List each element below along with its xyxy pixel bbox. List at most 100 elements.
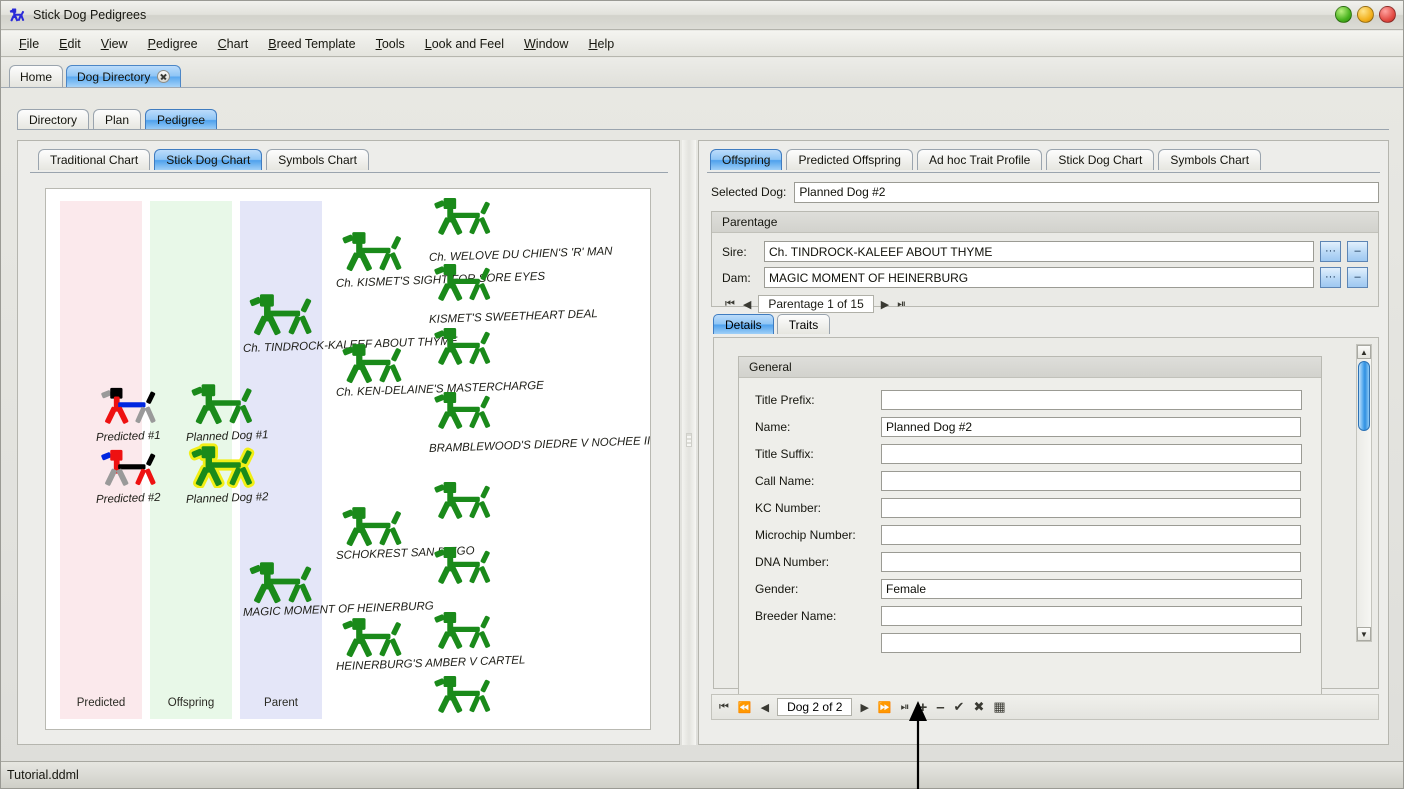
field-control-wrap: ···	[881, 444, 1321, 464]
field-input[interactable]	[881, 633, 1301, 653]
dam-browse-button[interactable]: ···	[1320, 267, 1341, 288]
sire-clear-button[interactable]: –	[1347, 241, 1368, 262]
offspring-tab-ad-hoc-trait-profile[interactable]: Ad hoc Trait Profile	[917, 149, 1042, 170]
chart-column-label: Parent	[240, 697, 322, 709]
menu-window[interactable]: Window	[514, 34, 578, 54]
maximize-button[interactable]	[1357, 6, 1374, 23]
stick-dog-figure[interactable]	[246, 291, 317, 340]
sire-browse-button[interactable]: ···	[1320, 241, 1341, 262]
stick-dog-figure[interactable]	[339, 229, 406, 276]
menu-breed-template[interactable]: Breed Template	[258, 34, 365, 54]
menu-view[interactable]: View	[91, 34, 138, 54]
field-control-wrap: ▼	[881, 606, 1321, 626]
parentage-next-icon[interactable]: ▶	[880, 298, 890, 311]
chart-tab-traditional-chart[interactable]: Traditional Chart	[38, 149, 150, 170]
chart-tab-symbols-chart[interactable]: Symbols Chart	[266, 149, 369, 170]
stick-dog-figure[interactable]	[431, 544, 495, 588]
dam-input[interactable]: MAGIC MOMENT OF HEINERBURG	[764, 267, 1314, 288]
menu-tools[interactable]: Tools	[366, 34, 415, 54]
stick-dog-figure[interactable]	[188, 381, 257, 429]
cancel-record-button[interactable]: ✖	[972, 699, 985, 715]
menu-look-and-feel[interactable]: Look and Feel	[415, 34, 514, 54]
fast-previous-icon[interactable]: ⏪	[737, 701, 753, 714]
next-record-icon[interactable]: ▶	[859, 701, 869, 714]
stick-dog-figure[interactable]	[339, 504, 406, 551]
tab-label: Plan	[105, 113, 129, 127]
stick-dog-chart-canvas[interactable]: PredictedOffspringParent Predicted #1 Pr…	[45, 188, 651, 730]
grid-view-button[interactable]: ▦	[992, 699, 1006, 715]
splitter-grip[interactable]	[686, 433, 692, 447]
tab-label: Pedigree	[157, 113, 205, 127]
stick-dog-figure[interactable]	[339, 341, 406, 388]
field-input[interactable]	[881, 444, 1302, 464]
selected-dog-input[interactable]: Planned Dog #2	[794, 182, 1379, 203]
tab-pedigree[interactable]: Pedigree	[145, 109, 217, 130]
accept-record-button[interactable]: ✔	[953, 699, 966, 715]
offspring-tab-symbols-chart[interactable]: Symbols Chart	[1158, 149, 1261, 170]
menu-edit[interactable]: Edit	[49, 34, 91, 54]
doc-tab-home[interactable]: Home	[9, 65, 63, 87]
menu-pedigree[interactable]: Pedigree	[138, 34, 208, 54]
menu-help[interactable]: Help	[578, 34, 624, 54]
stick-dog-icon	[8, 6, 26, 24]
close-tab-icon[interactable]	[157, 70, 170, 83]
chart-tab-stick-dog-chart[interactable]: Stick Dog Chart	[154, 149, 262, 170]
stick-dog-figure[interactable]	[98, 385, 160, 428]
tab-label: Symbols Chart	[278, 153, 357, 167]
stick-dog-figure[interactable]	[431, 609, 495, 653]
field-input[interactable]	[881, 525, 1301, 545]
remove-record-button[interactable]: –	[935, 699, 945, 716]
stick-dog-figure[interactable]	[339, 615, 406, 662]
offspring-tab-underline	[707, 172, 1380, 173]
chart-column-label: Predicted	[60, 697, 142, 709]
dam-row: Dam: MAGIC MOMENT OF HEINERBURG ··· –	[712, 262, 1378, 288]
application-window: Stick Dog Pedigrees FileEditViewPedigree…	[0, 0, 1404, 789]
first-record-icon[interactable]: ⏮	[718, 701, 730, 714]
add-record-button[interactable]: +	[917, 699, 928, 716]
sire-input[interactable]: Ch. TINDROCK-KALEEF ABOUT THYME	[764, 241, 1314, 262]
panel-splitter[interactable]	[682, 140, 696, 745]
last-record-icon[interactable]: ⏯	[900, 701, 911, 714]
stick-dog-figure[interactable]	[98, 447, 160, 490]
field-input[interactable]	[881, 552, 1301, 572]
field-input[interactable]	[881, 606, 1302, 626]
menu-chart[interactable]: Chart	[208, 34, 259, 54]
scroll-down-arrow-icon[interactable]: ▼	[1357, 627, 1371, 641]
field-input[interactable]	[881, 498, 1301, 518]
doc-tab-dog-directory[interactable]: Dog Directory	[66, 65, 181, 87]
tab-directory[interactable]: Directory	[17, 109, 89, 130]
field-input[interactable]: Female	[881, 579, 1302, 599]
minimize-button[interactable]	[1335, 6, 1352, 23]
field-input[interactable]	[881, 471, 1301, 491]
tab-plan[interactable]: Plan	[93, 109, 141, 130]
details-tab-traits[interactable]: Traits	[777, 314, 831, 334]
scrollbar-thumb[interactable]	[1358, 361, 1370, 431]
close-button[interactable]	[1379, 6, 1396, 23]
dam-clear-button[interactable]: –	[1347, 267, 1368, 288]
field-input[interactable]: Planned Dog #2	[881, 417, 1301, 437]
offspring-tab-stick-dog-chart[interactable]: Stick Dog Chart	[1046, 149, 1154, 170]
chart-panel: Traditional ChartStick Dog Chart Symbols …	[17, 140, 680, 745]
field-row: DNA Number:	[739, 548, 1321, 575]
menu-file[interactable]: File	[9, 34, 49, 54]
stick-dog-figure[interactable]	[188, 443, 257, 491]
stick-dog-figure[interactable]	[431, 673, 495, 717]
stick-dog-figure[interactable]	[431, 195, 495, 239]
details-scrollbar[interactable]: ▲ ▼	[1356, 344, 1372, 642]
details-tab-details[interactable]: Details	[713, 314, 774, 334]
field-control-wrap: Planned Dog #2	[881, 417, 1321, 437]
fast-next-icon[interactable]: ⏩	[877, 701, 893, 714]
parentage-first-icon[interactable]: ⏮	[724, 298, 736, 311]
scroll-up-arrow-icon[interactable]: ▲	[1357, 345, 1371, 359]
offspring-tab-offspring[interactable]: Offspring	[710, 149, 782, 170]
field-input[interactable]	[881, 390, 1302, 410]
stick-dog-figure[interactable]	[431, 261, 495, 305]
stick-dog-figure[interactable]	[431, 479, 495, 523]
stick-dog-figure[interactable]	[246, 559, 317, 608]
stick-dog-figure[interactable]	[431, 389, 495, 433]
parentage-prev-icon[interactable]: ◀	[742, 298, 752, 311]
parentage-last-icon[interactable]: ⏯	[896, 298, 907, 311]
stick-dog-figure[interactable]	[431, 325, 495, 369]
offspring-tab-predicted-offspring[interactable]: Predicted Offspring	[786, 149, 913, 170]
previous-record-icon[interactable]: ◀	[760, 701, 770, 714]
